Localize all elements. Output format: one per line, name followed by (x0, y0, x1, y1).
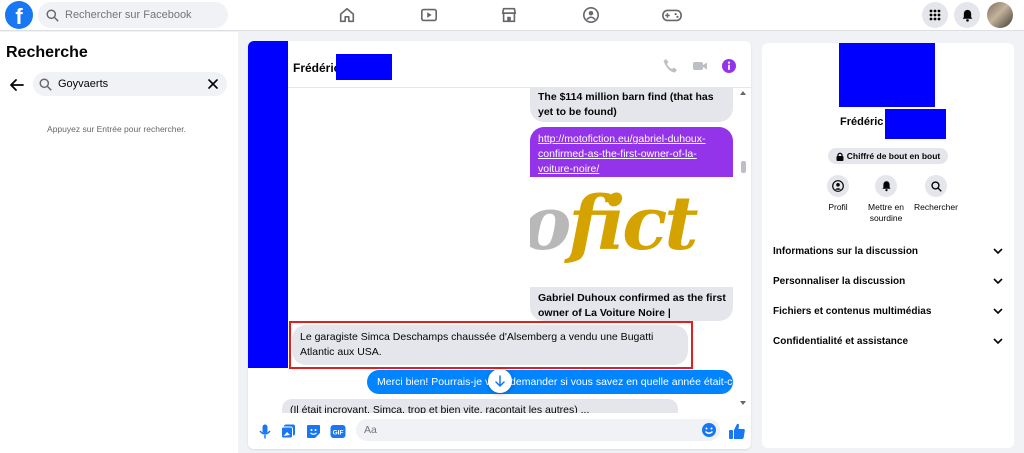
message-text: Merci bien! Pourrais-je vous demander si… (377, 376, 733, 388)
link-preview-title: Gabriel Duhoux confirmed as the first ow… (538, 292, 726, 319)
conversation-details-panel: Frédéric Chiffré de bout en bout Profil … (762, 43, 1014, 448)
logo-letters-fict: fict (568, 181, 698, 267)
search-action-label: Rechercher (914, 202, 958, 212)
chevron-down-icon (993, 308, 1003, 314)
lock-icon (836, 152, 844, 161)
watch-icon[interactable] (418, 4, 440, 26)
emoji-icon[interactable] (701, 422, 717, 438)
section-label: Informations sur la discussion (773, 245, 919, 257)
scrollbar-thumb[interactable] (741, 161, 746, 173)
section-label: Fichiers et contenus multimédias (773, 305, 932, 317)
sticker-icon[interactable] (305, 423, 321, 439)
section-media-files[interactable]: Fichiers et contenus multimédias (773, 301, 1003, 321)
microphone-icon[interactable] (257, 423, 273, 439)
message-input[interactable] (356, 419, 720, 441)
section-customize-chat[interactable]: Personnaliser la discussion (773, 271, 1003, 291)
redacted-surname (336, 54, 392, 80)
facebook-logo[interactable]: f (5, 1, 33, 29)
search-action-button[interactable]: Rechercher (906, 175, 966, 213)
phone-icon[interactable] (662, 58, 678, 74)
logo-letter-o: o (530, 181, 571, 267)
clear-search-button[interactable] (204, 75, 222, 93)
contact-name[interactable]: Frédéric (293, 61, 340, 75)
motofiction-logo-image: ofict (530, 181, 699, 267)
section-label: Confidentialité et assistance (773, 335, 909, 347)
search-sidebar: Recherche Appuyez sur Entrée pour recher… (0, 32, 238, 453)
link-url[interactable]: http://motofiction.eu/gabriel-duhoux-con… (538, 132, 728, 177)
home-icon[interactable] (336, 4, 358, 26)
account-avatar[interactable] (987, 2, 1013, 28)
arrow-down-icon (495, 375, 505, 387)
menu-grid-icon[interactable] (922, 2, 948, 28)
marketplace-icon[interactable] (498, 4, 520, 26)
link-preview-card[interactable]: http://motofiction.eu/gabriel-duhoux-con… (530, 127, 733, 321)
thumbs-up-icon[interactable] (728, 422, 746, 440)
scrollbar[interactable] (739, 89, 747, 407)
redacted-profile-picture (839, 43, 935, 107)
conversation-panel: Frédéric The $114 million barn find (tha… (248, 41, 751, 449)
link-preview-image[interactable]: ofict (530, 177, 733, 287)
message-bubble-partial: (Il était incroyant, Simca, trop et bien… (282, 399, 678, 413)
search-icon (39, 77, 52, 91)
link-preview-url-area[interactable]: http://motofiction.eu/gabriel-duhoux-con… (530, 127, 733, 177)
top-navigation-bar: f (0, 0, 1024, 31)
back-arrow-icon[interactable] (9, 77, 25, 93)
gif-icon[interactable]: GIF (330, 423, 346, 439)
message-text: The $114 million barn find (that has yet… (538, 91, 714, 118)
messenger-search-box[interactable] (33, 72, 227, 96)
sent-message-bubble: Merci bien! Pourrais-je vous demander si… (367, 370, 733, 394)
contact-name-details: Frédéric (840, 116, 884, 128)
scroll-to-bottom-button[interactable] (488, 369, 512, 393)
search-icon (46, 8, 59, 22)
section-label: Personnaliser la discussion (773, 275, 906, 287)
message-bubble: The $114 million barn find (that has yet… (530, 87, 733, 122)
search-hint: Appuyez sur Entrée pour rechercher. (47, 124, 186, 134)
redacted-surname (885, 109, 946, 139)
chevron-down-icon (993, 338, 1003, 344)
encryption-badge-label: Chiffré de bout en bout (846, 151, 941, 161)
video-icon[interactable] (692, 58, 708, 74)
message-composer: GIF (248, 414, 751, 449)
search-icon (925, 175, 947, 197)
facebook-search-box[interactable] (38, 2, 228, 28)
facebook-search-input[interactable] (65, 9, 215, 21)
mute-action-label: Mettre en sourdine (868, 202, 904, 223)
page-title: Recherche (6, 44, 88, 61)
gaming-icon[interactable] (661, 4, 683, 26)
facebook-logo-letter: f (15, 4, 23, 29)
messenger-search-input[interactable] (58, 78, 198, 90)
close-icon (208, 79, 218, 89)
message-text: (Il était incroyant, Simca, trop et bien… (290, 404, 590, 413)
highlight-annotation-box (289, 321, 693, 369)
section-conversation-info[interactable]: Informations sur la discussion (773, 241, 1003, 261)
groups-icon[interactable] (580, 4, 602, 26)
chevron-down-icon (993, 278, 1003, 284)
chevron-down-icon (993, 248, 1003, 254)
info-icon[interactable] (721, 58, 737, 74)
redacted-contact-photo (248, 41, 288, 368)
section-privacy-support[interactable]: Confidentialité et assistance (773, 331, 1003, 351)
profile-icon (827, 175, 849, 197)
svg-text:GIF: GIF (333, 429, 344, 436)
image-icon[interactable] (280, 423, 296, 439)
encryption-badge[interactable]: Chiffré de bout en bout (828, 148, 948, 164)
notifications-icon[interactable] (954, 2, 980, 28)
profile-action-label: Profil (828, 202, 848, 212)
bell-icon (875, 175, 897, 197)
